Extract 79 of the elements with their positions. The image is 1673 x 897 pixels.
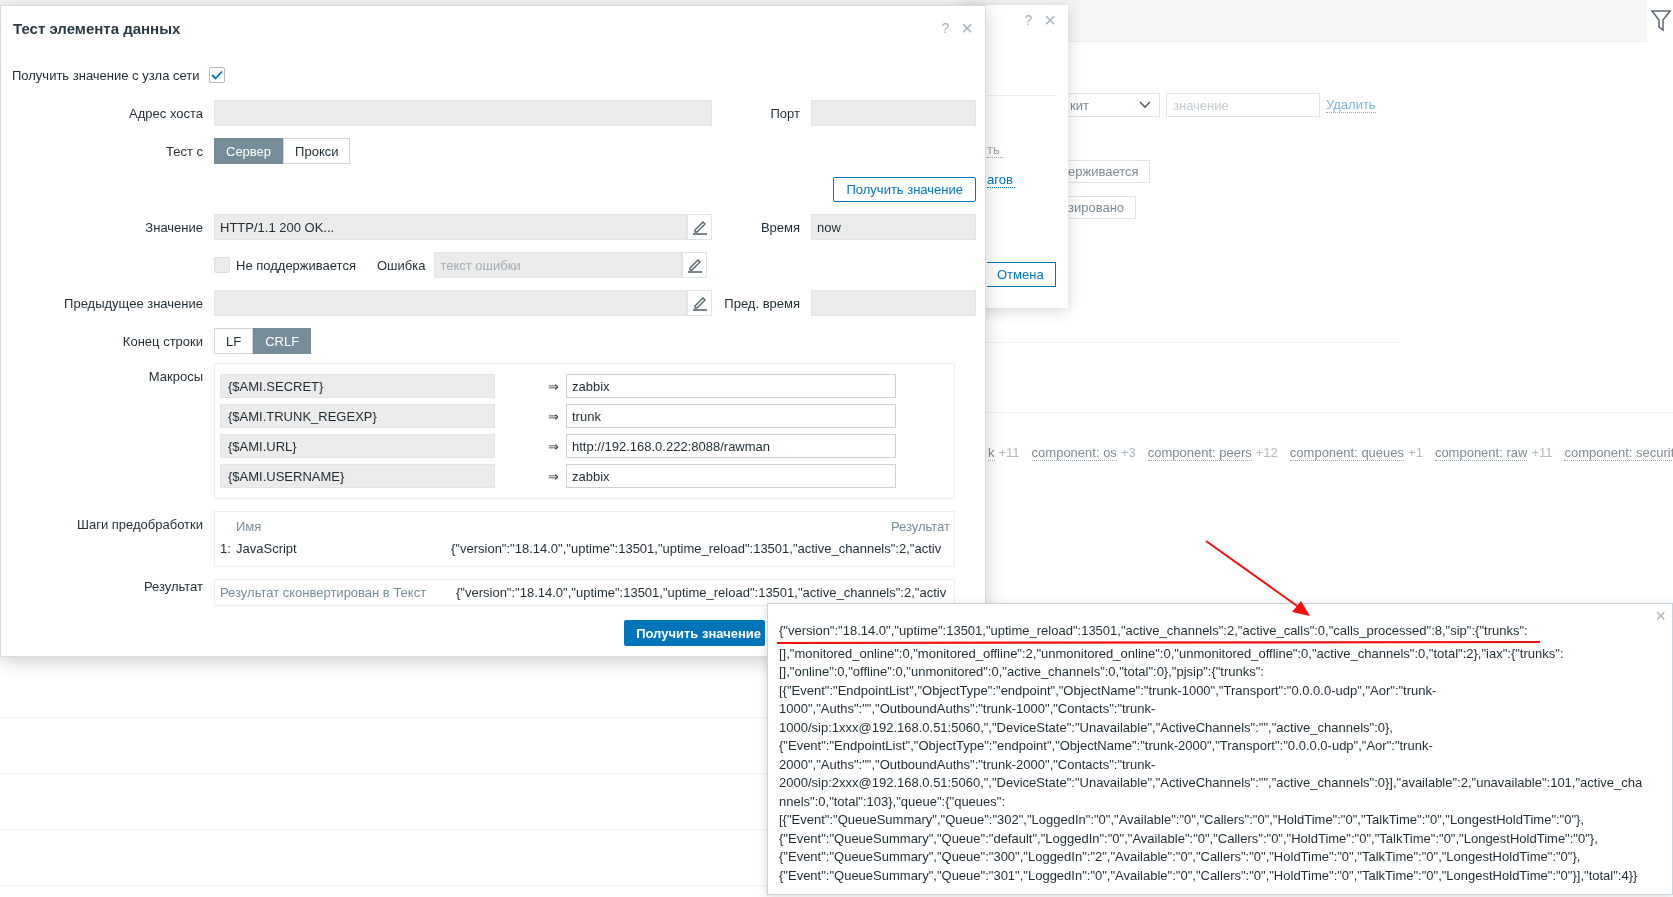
get-value-button[interactable]: Получить значение	[833, 176, 976, 202]
chevron-down-icon	[1139, 101, 1151, 109]
field-label: Ошибка	[376, 257, 426, 273]
macro-name-field[interactable]: {$AMI.USERNAME}	[220, 464, 495, 488]
pencil-icon	[691, 219, 708, 235]
tag-count: +11	[1531, 445, 1553, 461]
field-label: Тест с	[165, 143, 203, 159]
link[interactable]: агов	[987, 172, 1015, 188]
result-value: {"version":"18.14.0","uptime":13501,"uptime_reload":13501,"active_channels":2,"activ	[456, 585, 948, 600]
macro-name-field[interactable]: {$AMI.SECRET}	[220, 374, 495, 398]
arrow-icon: ⇒	[495, 378, 566, 394]
tag-link[interactable]: component: queues	[1289, 445, 1405, 461]
field-label: Предыдущее значение	[63, 295, 203, 311]
arrow-icon: ⇒	[495, 468, 566, 484]
edit-button[interactable]	[687, 290, 712, 316]
column-header: Результат	[890, 518, 950, 534]
host-address-field[interactable]	[214, 100, 712, 126]
error-field[interactable]: текст ошибки	[434, 252, 683, 278]
macro-value-field[interactable]: trunk	[566, 404, 896, 428]
edit-button[interactable]	[687, 214, 712, 240]
field-label: Значение	[144, 219, 203, 235]
field-label: Получить значение с узла сети	[12, 67, 200, 83]
tag-count: +12	[1255, 445, 1278, 461]
help-icon[interactable]: ?	[1024, 11, 1033, 35]
field-label: Пред. время	[723, 295, 801, 311]
field-label: Время	[759, 219, 801, 235]
field-label: Конец строки	[121, 333, 203, 349]
close-icon[interactable]: ×	[1655, 606, 1666, 627]
json-result-text: [],"monitored_online":0,"monitored_offline":2,"unmonitored_online":0,"unmonitored_offline":0,"active_channels":0,"total":2},"iax":{"trunks": [],"online":0,"offline":0,"unmonitored":0,"active_channels":0,"total":0},"pjsip":{"trunks": [{"Event":"EndpointList","ObjectType":"endpoint","ObjectName":"trunk-1000","Transport":"0.0.0.0-udp","Aor":"trunk- 1000","Auths":"","OutboundAuths":"trunk-1000","Contacts":"trunk- 1000/sip:1xxx@192.168.0.51:5060,","DeviceState":"Unavailable","ActiveChannels":"","active_channels":0}, {"Event":"EndpointList","ObjectType":"endpoint","ObjectName":"trunk-2000","Transport":"0.0.0.0-udp","Aor":"trunk- 2000","Auths":"","OutboundAuths":"trunk-2000","Contacts":"trunk- 2000/sip:2xxx@192.168.0.51:5060,","DeviceState":"Unavailable","ActiveChannels":"","active_channels":0}],"available":2,"unavailable":101,"active_cha nnels":0,"total":103},"queue":{"queues": [{"Event":"QueueSummary","Queue":"302","LoggedIn":"0","Available":"0","Callers":"0","HoldTime":"0","TalkTime":"0","LongestHoldTime":"0"}, {"Event":"QueueSummary","Queue":"default","LoggedIn":"0","Available":"0","Callers":"0","HoldTime":"0","TalkTime":"0","LongestHoldTime":"0"}, {"Event":"QueueSummary","Queue":"300","LoggedIn":"2","Available":"0","Callers":"0","HoldTime":"0","TalkTime":"0","LongestHoldTime":"0"}, {"Event":"QueueSummary","Queue":"301","LoggedIn":"0","Available":"0","Callers":"0","HoldTime":"0","TalkTime":"0","LongestHoldTime":"0"}],"total":4}}	[779, 644, 1642, 885]
close-icon[interactable]: ×	[961, 19, 973, 37]
column-header: Имя	[236, 518, 262, 534]
get-value-button[interactable]: Получить значение	[624, 620, 765, 646]
dialog-title: Тест элемента данных	[13, 19, 182, 37]
table-cell-text: JavaScript	[236, 540, 298, 556]
tag-count: +1	[1408, 445, 1423, 461]
macro-name-field[interactable]: {$AMI.URL}	[220, 434, 495, 458]
pencil-icon	[691, 295, 708, 311]
macro-name-field[interactable]: {$AMI.TRUNK_REGEXP}	[220, 404, 495, 428]
macro-value-field[interactable]: zabbix	[566, 464, 896, 488]
segment-button[interactable]: CRLF	[253, 328, 312, 354]
step-index: 1:	[220, 540, 232, 556]
checkbox[interactable]	[209, 67, 226, 83]
field-label: Адрес хоста	[128, 105, 203, 121]
tag-link[interactable]: component: os	[1031, 445, 1117, 461]
checkbox-label: Не поддерживается	[236, 257, 356, 273]
field-label: Шаги предобработки	[76, 516, 203, 532]
arrow-icon: ⇒	[495, 408, 566, 424]
table-cell-text: {"version":"18.14.0","uptime":13501,"uptime_reload":13501,"active_channels":2,"activ	[451, 540, 943, 556]
previous-time-field[interactable]	[811, 290, 976, 316]
field-label: Порт	[769, 105, 801, 121]
cancel-button[interactable]: Отмена	[987, 262, 1056, 287]
checkbox[interactable]	[214, 257, 230, 273]
remove-link[interactable]: Удалить	[1326, 97, 1376, 113]
port-field[interactable]	[811, 100, 976, 126]
tag-link[interactable]: k	[988, 445, 995, 461]
pencil-icon	[686, 257, 703, 273]
segment-button[interactable]: Прокси	[283, 138, 351, 164]
field-label: Макросы	[147, 368, 203, 384]
value-field[interactable]: HTTP/1.1 200 OK...	[214, 214, 687, 240]
filter-icon[interactable]	[1651, 10, 1671, 32]
field-label: Результат	[142, 579, 203, 594]
select-field[interactable]: кит	[1068, 93, 1160, 117]
help-icon[interactable]: ?	[941, 19, 950, 37]
segment-button[interactable]: LF	[214, 328, 254, 354]
tag-count: +3	[1120, 445, 1136, 461]
tag-count: +11	[998, 445, 1020, 461]
macro-value-field[interactable]: http://192.168.0.222:8088/rawman	[566, 434, 896, 458]
value-field[interactable]: значение	[1166, 93, 1320, 117]
previous-value-field[interactable]	[214, 290, 687, 316]
tag-link[interactable]: component: raw	[1434, 445, 1528, 461]
arrow-icon: ⇒	[495, 438, 566, 454]
segment-button[interactable]: Сервер	[214, 138, 284, 164]
json-result-text: {"version":"18.14.0","uptime":13501,"uptime_reload":13501,"active_channels":2,"active_calls":0,"calls_processed":8,"sip":{"trunks":	[779, 622, 1528, 640]
close-icon[interactable]: ×	[1044, 11, 1056, 35]
macro-value-field[interactable]: zabbix	[566, 374, 896, 398]
tag-link[interactable]: component: peers	[1147, 445, 1252, 461]
result-note: Результат сконвертирован в Текст	[220, 585, 428, 600]
edit-button[interactable]	[682, 252, 708, 278]
time-field[interactable]: now	[811, 214, 976, 240]
